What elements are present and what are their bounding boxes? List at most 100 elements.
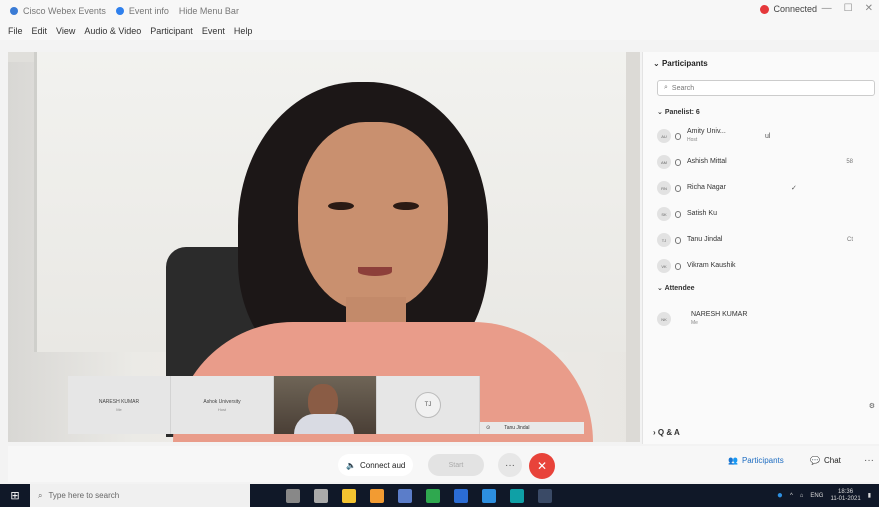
mic-icon: [675, 236, 681, 244]
webex-logo-icon: [10, 7, 18, 15]
panelists-group-header[interactable]: ⌄ Panelist: 6: [657, 108, 700, 116]
pinned-app-icon[interactable]: [538, 488, 552, 503]
avatar: VK: [657, 259, 671, 273]
system-tray: ● ^ ⌂ ENG 18:36 11-01-2021 ▮: [777, 484, 871, 507]
task-view-icon[interactable]: [286, 488, 300, 503]
event-info-button[interactable]: Event info: [115, 6, 169, 16]
active-speaker-name: Tanu Jindal: [504, 425, 530, 431]
maximize-icon[interactable]: ☐: [844, 3, 853, 14]
chat-button[interactable]: 💬 Chat: [810, 456, 841, 465]
connect-audio-button[interactable]: 🔈 Connect aud: [338, 454, 414, 476]
participant-role: Host: [687, 137, 698, 143]
thumbnail-avatar-participant[interactable]: TJ: [377, 376, 480, 434]
widgets-icon[interactable]: [314, 488, 328, 503]
overflow-menu-button[interactable]: ···: [864, 455, 874, 466]
menu-audio-video[interactable]: Audio & Video: [84, 26, 141, 36]
thumbnail-video-participant[interactable]: [274, 376, 377, 434]
mail-icon[interactable]: [482, 488, 496, 503]
participant-name: Tanu Jindal: [687, 236, 723, 243]
chevron-up-icon[interactable]: ^: [790, 493, 793, 499]
participants-button[interactable]: 👥 Participants: [728, 456, 784, 465]
panel-title[interactable]: ⌄ Participants: [653, 59, 708, 68]
weather-icon[interactable]: ●: [777, 490, 783, 501]
menu-help[interactable]: Help: [234, 26, 253, 36]
avatar: TJ: [415, 392, 441, 418]
menu-edit[interactable]: Edit: [32, 26, 48, 36]
attendee-group-header[interactable]: ⌄ Attendee: [657, 284, 695, 292]
notification-icon[interactable]: ▮: [868, 492, 871, 499]
list-item[interactable]: TJ Tanu Jindal Ct: [657, 228, 879, 252]
check-icon: ✓: [791, 185, 797, 192]
list-item[interactable]: AU Amity Univ... Host ul: [657, 124, 879, 148]
speaker-icon: 🔈: [346, 460, 356, 470]
windows-taskbar: ⊞ ⌕ Type here to search ● ^ ⌂ ENG 18:36 …: [0, 484, 879, 507]
windows-start-icon[interactable]: ⊞: [0, 484, 30, 507]
menu-participant[interactable]: Participant: [150, 26, 193, 36]
connection-status[interactable]: Connected: [760, 4, 817, 14]
webex-taskbar-icon[interactable]: [510, 488, 524, 503]
participant-name: Vikram Kaushik: [687, 262, 736, 269]
mic-icon: [675, 262, 681, 270]
minimize-icon[interactable]: —: [822, 3, 832, 14]
presenter-eye-right: [393, 202, 419, 210]
clock[interactable]: 18:36 11-01-2021: [830, 489, 860, 503]
list-item[interactable]: RN Richa Nagar ✓: [657, 176, 879, 200]
chat-label: Chat: [823, 456, 841, 465]
participant-name: NARESH KUMAR: [691, 311, 748, 318]
mic-icon: ⊙: [486, 425, 491, 431]
panelists-count: Panelist: 6: [664, 109, 700, 116]
chevron-down-icon: ⌄: [657, 285, 665, 292]
network-icon[interactable]: ⌂: [800, 493, 804, 499]
participant-name: Richa Nagar: [687, 184, 726, 191]
menu-file[interactable]: File: [8, 26, 23, 36]
chevron-down-icon: ⌄: [657, 109, 665, 116]
close-icon[interactable]: ✕: [865, 3, 873, 14]
search-placeholder: Search: [671, 84, 695, 92]
list-item[interactable]: AM Ashish Mittal 58: [657, 150, 879, 174]
mic-icon: [675, 210, 681, 218]
title-bar: Cisco Webex Events Event info Hide Menu …: [0, 0, 879, 22]
list-item[interactable]: NK NARESH KUMAR Me: [657, 304, 879, 334]
taskbar-search-input[interactable]: ⌕ Type here to search: [30, 484, 250, 507]
people-icon: 👥: [728, 456, 738, 465]
thumbnail-name: NARESH KUMAR: [98, 398, 140, 405]
list-item[interactable]: SK Satish Ku: [657, 202, 879, 226]
qa-section-header[interactable]: › Q & A: [653, 428, 680, 437]
start-video-button[interactable]: Start: [428, 454, 484, 476]
event-info-label: Event info: [128, 6, 169, 16]
chrome-icon[interactable]: [370, 488, 384, 503]
list-item[interactable]: VK Vikram Kaushik: [657, 254, 879, 278]
participant-thumbnail-strip: NARESH KUMAR Me Ashok University Host TJ: [68, 376, 480, 434]
search-input[interactable]: ⌕ Search: [657, 80, 875, 96]
participant-name: Ashish Mittal: [687, 158, 727, 165]
language-indicator[interactable]: ENG: [810, 493, 823, 499]
participant-name: Satish Ku: [687, 210, 717, 217]
search-icon: ⌕: [38, 490, 43, 500]
meeting-controls-bar: 🔈 Connect aud Start ··· ✕ 👥 Participants…: [8, 446, 879, 482]
mic-icon: [675, 158, 681, 166]
hide-menu-bar-button[interactable]: Hide Menu Bar: [179, 6, 239, 16]
end-call-button[interactable]: ✕: [529, 453, 555, 479]
active-speaker-label: ⊙ Tanu Jindal: [480, 422, 584, 434]
thumbnail-name: Ashok University: [203, 398, 241, 405]
panel-settings-icon[interactable]: ⚙: [869, 402, 875, 410]
presenter-mouth: [358, 267, 392, 276]
signal-icon: ul: [765, 132, 771, 140]
menu-view[interactable]: View: [56, 26, 75, 36]
app-icon[interactable]: [398, 488, 412, 503]
participant-role: Me: [691, 320, 698, 326]
status-dot-icon: [760, 4, 770, 14]
more-options-button[interactable]: ···: [498, 453, 522, 477]
thumbnail-host[interactable]: Ashok University Host: [171, 376, 274, 434]
participant-info: Amity Univ... Host: [687, 128, 726, 144]
avatar: AU: [657, 129, 671, 143]
taskbar-search-placeholder: Type here to search: [48, 491, 120, 500]
thumbnail-naresh[interactable]: NARESH KUMAR Me: [68, 376, 171, 434]
menu-event[interactable]: Event: [202, 26, 225, 36]
avatar: TJ: [657, 233, 671, 247]
participant-status: Ct: [847, 237, 853, 243]
file-explorer-icon[interactable]: [342, 488, 356, 503]
word-icon[interactable]: [454, 488, 468, 503]
webex-window: Cisco Webex Events Event info Hide Menu …: [0, 0, 879, 507]
excel-icon[interactable]: [426, 488, 440, 503]
